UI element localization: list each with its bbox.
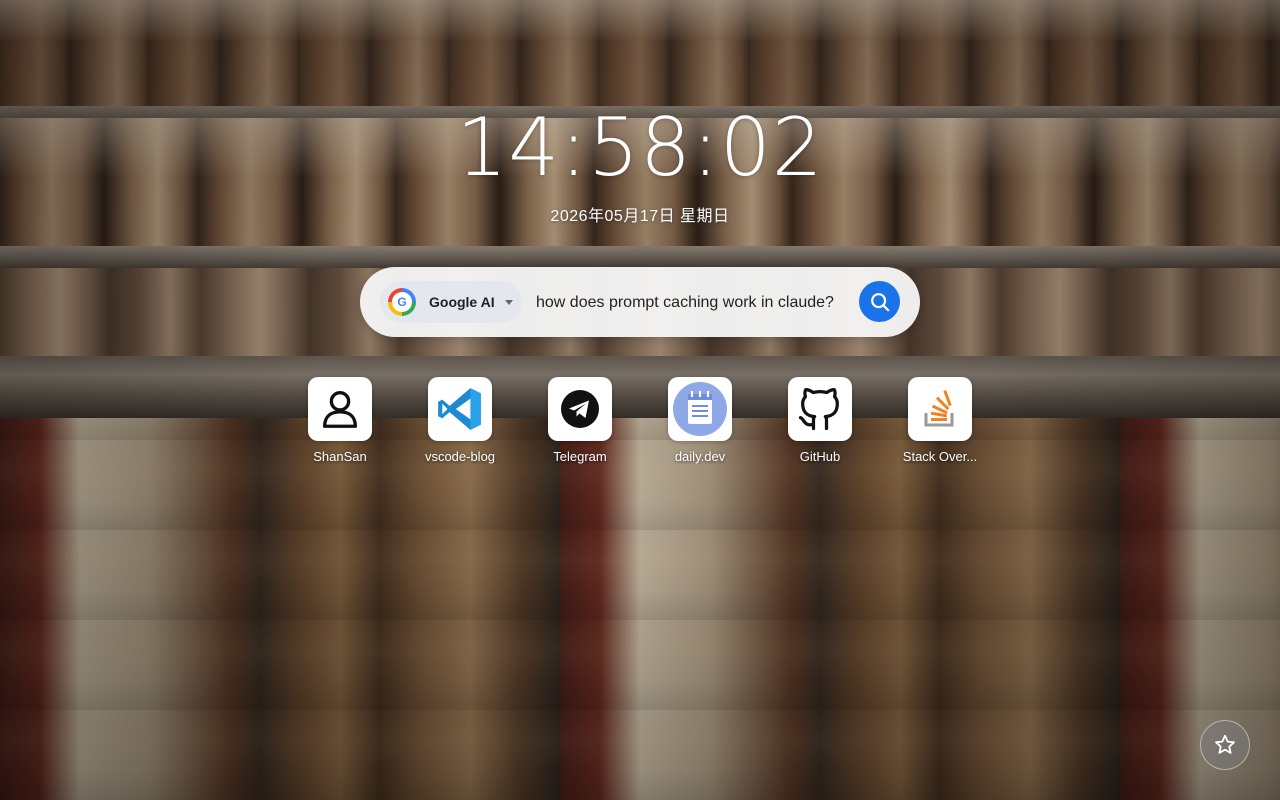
notepad-icon xyxy=(673,382,727,436)
search-bar: G Google AI xyxy=(360,267,920,337)
clock-time: 14:58:02 xyxy=(456,101,824,194)
shortcut-label: daily.dev xyxy=(674,449,726,464)
telegram-icon xyxy=(561,390,599,428)
clock-date: 2026年05月17日 星期日 xyxy=(550,208,730,225)
search-engine-selector[interactable]: G Google AI xyxy=(380,281,522,323)
new-tab-page: 14:58:02 2026年05月17日 星期日 G Google AI how… xyxy=(0,0,1280,800)
shortcut-label: vscode-blog xyxy=(424,449,496,464)
favorite-button[interactable] xyxy=(1200,720,1250,770)
shortcut-github[interactable]: GitHub xyxy=(760,377,880,473)
github-icon xyxy=(798,388,839,431)
shortcut-telegram[interactable]: Telegram xyxy=(520,377,640,473)
vscode-icon xyxy=(438,388,481,430)
shortcut-label: GitHub xyxy=(799,449,841,464)
star-icon xyxy=(1215,734,1235,754)
shortcut-daily-dev[interactable]: daily.dev xyxy=(640,377,760,473)
shortcut-grid: ShanSan vscode-blog Telegram daily.dev G… xyxy=(280,377,1000,477)
shortcut-label: Stack Over... xyxy=(902,449,978,464)
stack-overflow-icon xyxy=(924,390,954,427)
search-button[interactable] xyxy=(859,281,900,322)
shortcut-shansan[interactable]: ShanSan xyxy=(280,377,400,473)
shortcut-label: Telegram xyxy=(553,449,607,464)
shortcut-label: ShanSan xyxy=(313,449,367,464)
google-ai-logo-icon: G xyxy=(388,288,416,316)
chevron-down-icon xyxy=(504,299,513,305)
shortcut-vscode-blog[interactable]: vscode-blog xyxy=(400,377,520,473)
search-icon xyxy=(870,292,889,311)
user-icon xyxy=(322,391,358,428)
search-input[interactable] xyxy=(534,287,838,319)
search-engine-name: Google AI xyxy=(429,294,495,310)
shortcut-stack-overflow[interactable]: Stack Over... xyxy=(880,377,1000,473)
